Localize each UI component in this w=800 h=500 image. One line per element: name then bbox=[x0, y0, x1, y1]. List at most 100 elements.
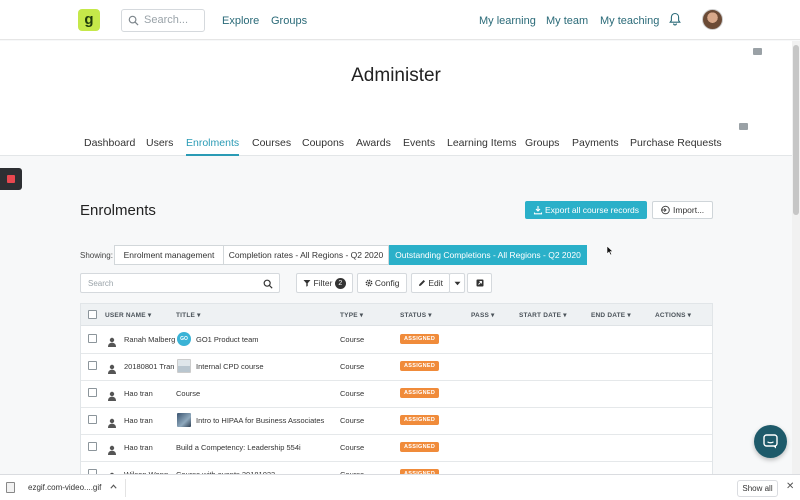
row-checkbox[interactable] bbox=[88, 334, 97, 343]
table-row[interactable]: Hao tran Course Course ASSIGNED bbox=[81, 381, 712, 408]
tab-coupons[interactable]: Coupons bbox=[302, 137, 344, 149]
import-icon bbox=[661, 205, 670, 215]
column-title[interactable]: TITLE ▾ bbox=[176, 311, 201, 319]
nav-groups[interactable]: Groups bbox=[271, 15, 307, 27]
cell-type: Course bbox=[340, 335, 365, 344]
table-row[interactable]: 20180801 Tran Internal CPD course Course… bbox=[81, 354, 712, 381]
chevron-up-icon[interactable] bbox=[110, 484, 117, 489]
table-row[interactable]: Hao tran Intro to HIPAA for Business Ass… bbox=[81, 408, 712, 435]
cell-user-name: 20180801 Tran bbox=[124, 362, 175, 371]
tab-learning-items[interactable]: Learning Items bbox=[447, 137, 516, 149]
search-icon bbox=[128, 15, 139, 26]
import-label: Import... bbox=[673, 205, 705, 215]
export-label: Export all course records bbox=[545, 205, 640, 215]
cell-type: Course bbox=[340, 362, 365, 371]
tab-enrolments[interactable]: Enrolments bbox=[186, 137, 240, 156]
view-completion-rates[interactable]: Completion rates - All Regions - Q2 2020 bbox=[223, 245, 389, 265]
tab-events[interactable]: Events bbox=[403, 137, 435, 149]
scrollbar-thumb[interactable] bbox=[793, 45, 799, 215]
user-icon bbox=[108, 418, 116, 428]
select-all-checkbox[interactable] bbox=[88, 310, 97, 319]
nav-explore[interactable]: Explore bbox=[222, 15, 259, 27]
cell-type: Course bbox=[340, 416, 365, 425]
chat-launcher-button[interactable] bbox=[754, 425, 787, 458]
gear-icon bbox=[365, 279, 372, 287]
config-label: Config bbox=[374, 278, 400, 288]
row-checkbox[interactable] bbox=[88, 361, 97, 370]
row-checkbox[interactable] bbox=[88, 388, 97, 397]
course-thumbnail: GO bbox=[177, 332, 191, 346]
cell-title[interactable]: Intro to HIPAA for Business Associates bbox=[196, 416, 324, 425]
caret-down-icon bbox=[454, 281, 460, 286]
nav-my-teaching[interactable]: My teaching bbox=[600, 15, 659, 27]
status-badge: ASSIGNED bbox=[400, 388, 440, 398]
cell-title[interactable]: Build a Competency: Leadership 554i bbox=[176, 443, 301, 452]
cell-type: Course bbox=[340, 443, 365, 452]
filter-count-badge: 2 bbox=[334, 278, 346, 289]
column-end-date[interactable]: END DATE ▾ bbox=[591, 311, 631, 319]
tab-courses[interactable]: Courses bbox=[252, 137, 291, 149]
cell-user-name: Hao tran bbox=[124, 416, 153, 425]
cell-user-name: Ranah Malberg bbox=[124, 335, 176, 344]
view-enrolment-management[interactable]: Enrolment management bbox=[114, 245, 224, 265]
bell-icon[interactable] bbox=[669, 12, 681, 26]
row-checkbox[interactable] bbox=[88, 415, 97, 424]
tab-dashboard[interactable]: Dashboard bbox=[84, 137, 135, 149]
import-button[interactable]: Import... bbox=[652, 201, 713, 219]
table-row[interactable]: Hao tran Build a Competency: Leadership … bbox=[81, 435, 712, 462]
image-thumbnail-icon bbox=[177, 359, 191, 373]
user-icon bbox=[108, 364, 116, 374]
status-badge: ASSIGNED bbox=[400, 334, 440, 344]
view-outstanding-completions[interactable]: Outstanding Completions - All Regions - … bbox=[389, 245, 587, 265]
search-icon bbox=[263, 279, 273, 289]
column-start-date[interactable]: START DATE ▾ bbox=[519, 311, 567, 319]
chat-icon bbox=[763, 434, 778, 449]
cell-title[interactable]: GO1 Product team bbox=[196, 335, 259, 344]
user-avatar[interactable] bbox=[702, 9, 723, 30]
column-user-name[interactable]: USER NAME ▾ bbox=[105, 311, 151, 319]
tab-purchase-requests[interactable]: Purchase Requests bbox=[630, 137, 722, 149]
page-title: Administer bbox=[351, 65, 441, 86]
table-row[interactable]: Ranah Malberg GO GO1 Product team Course… bbox=[81, 327, 712, 354]
show-all-button[interactable]: Show all bbox=[737, 480, 778, 497]
go1-logo[interactable]: g bbox=[78, 9, 100, 31]
download-icon bbox=[533, 206, 543, 215]
record-button[interactable] bbox=[0, 168, 22, 190]
tab-groups[interactable]: Groups bbox=[525, 137, 559, 149]
minimize-icon[interactable] bbox=[739, 123, 748, 130]
download-item[interactable]: ezgif.com-video....gif bbox=[4, 479, 126, 497]
global-search-placeholder: Search... bbox=[144, 14, 189, 26]
global-search-input[interactable]: Search... bbox=[121, 9, 205, 32]
close-icon[interactable]: ✕ bbox=[786, 481, 794, 492]
edit-dropdown-button[interactable] bbox=[449, 273, 465, 293]
column-actions[interactable]: ACTIONS ▾ bbox=[655, 311, 691, 319]
open-external-button[interactable] bbox=[467, 273, 492, 293]
pencil-icon bbox=[418, 280, 425, 286]
table-header: USER NAME ▾ TITLE ▾ TYPE ▾ STATUS ▾ PASS… bbox=[81, 304, 712, 326]
column-status[interactable]: STATUS ▾ bbox=[400, 311, 432, 319]
filter-button[interactable]: Filter 2 bbox=[296, 273, 353, 293]
showing-label: Showing: bbox=[80, 251, 113, 260]
nav-my-learning[interactable]: My learning bbox=[479, 15, 536, 27]
minimize-icon[interactable] bbox=[753, 48, 762, 55]
tab-payments[interactable]: Payments bbox=[572, 137, 619, 149]
section-title: Enrolments bbox=[80, 202, 156, 219]
filter-icon bbox=[303, 280, 311, 287]
status-badge: ASSIGNED bbox=[400, 361, 440, 371]
admin-header: Administer Dashboard Users Enrolments Co… bbox=[0, 41, 800, 156]
enrolment-search-input[interactable]: Search bbox=[80, 273, 280, 293]
cell-title[interactable]: Course bbox=[176, 389, 200, 398]
tab-users[interactable]: Users bbox=[146, 137, 173, 149]
row-checkbox[interactable] bbox=[88, 442, 97, 451]
mouse-cursor-icon bbox=[606, 245, 614, 256]
nav-my-team[interactable]: My team bbox=[546, 15, 588, 27]
export-course-records-button[interactable]: Export all course records bbox=[525, 201, 647, 219]
column-type[interactable]: TYPE ▾ bbox=[340, 311, 363, 319]
cell-title[interactable]: Internal CPD course bbox=[196, 362, 264, 371]
config-button[interactable]: Config bbox=[357, 273, 407, 293]
column-pass[interactable]: PASS ▾ bbox=[471, 311, 495, 319]
edit-button[interactable]: Edit bbox=[411, 273, 450, 293]
tab-awards[interactable]: Awards bbox=[356, 137, 391, 149]
enrolment-search-placeholder: Search bbox=[88, 279, 114, 288]
edit-label: Edit bbox=[428, 278, 444, 288]
